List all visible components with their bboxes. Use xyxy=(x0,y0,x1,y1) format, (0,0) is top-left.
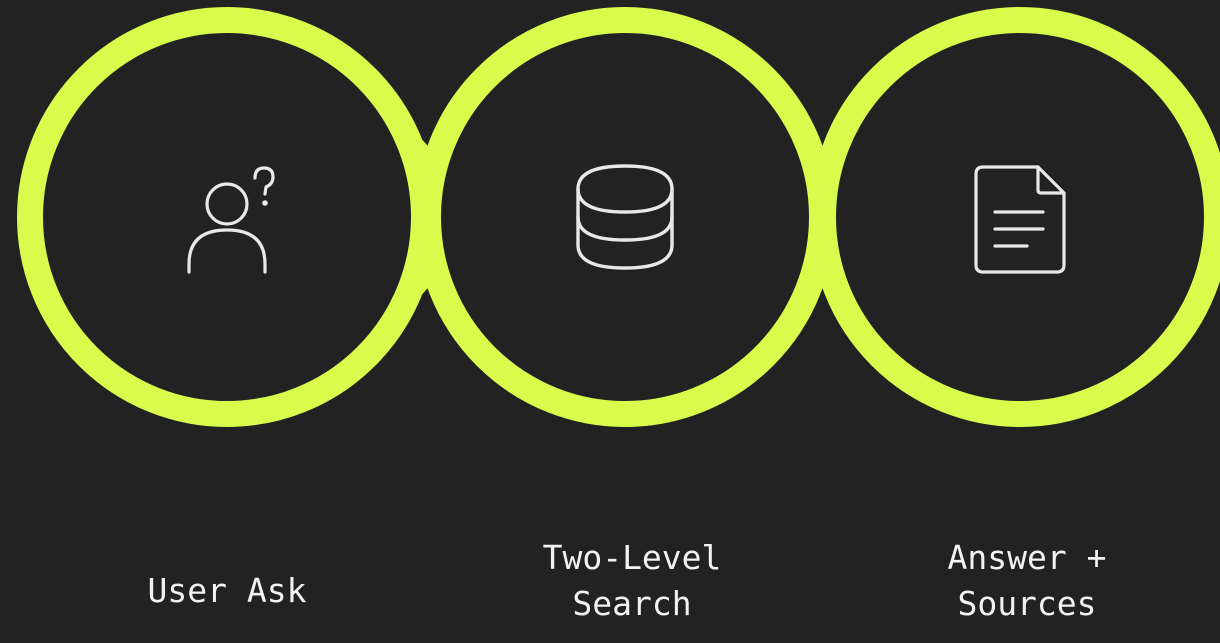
step-ring-2 xyxy=(415,7,835,427)
step-ring-3 xyxy=(810,7,1220,427)
step-ring-1 xyxy=(17,7,437,427)
step-label-two-level-search: Two-Level Search xyxy=(542,538,722,623)
step-label-user-ask: User Ask xyxy=(147,571,307,610)
step-label-answer-sources: Answer + Sources xyxy=(947,538,1107,623)
